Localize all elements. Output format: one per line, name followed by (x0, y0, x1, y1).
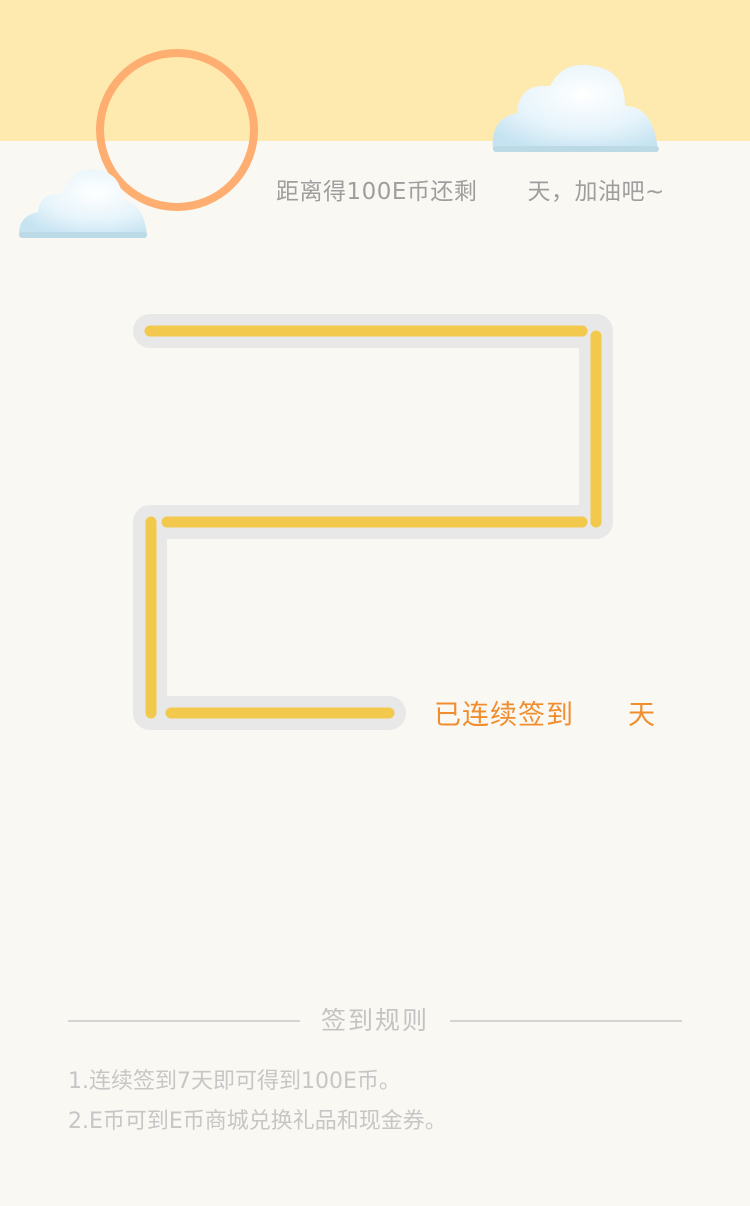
divider (450, 1020, 682, 1022)
rules-list: 1.连续签到7天即可得到100E币。 2.E币可到E币商城兑换礼品和现金券。 (68, 1062, 708, 1142)
divider (68, 1020, 300, 1022)
consecutive-days-message: 已连续签到 天 (434, 693, 656, 732)
rules-title: 签到规则 (320, 1006, 429, 1035)
signed-suffix: 天 (628, 700, 656, 731)
rules-header: 签到规则 (68, 1001, 682, 1041)
rule-item: 1.连续签到7天即可得到100E币。 (68, 1069, 401, 1094)
signed-prefix: 已连续签到 (434, 700, 574, 731)
rule-item: 2.E币可到E币商城兑换礼品和现金券。 (68, 1109, 447, 1134)
